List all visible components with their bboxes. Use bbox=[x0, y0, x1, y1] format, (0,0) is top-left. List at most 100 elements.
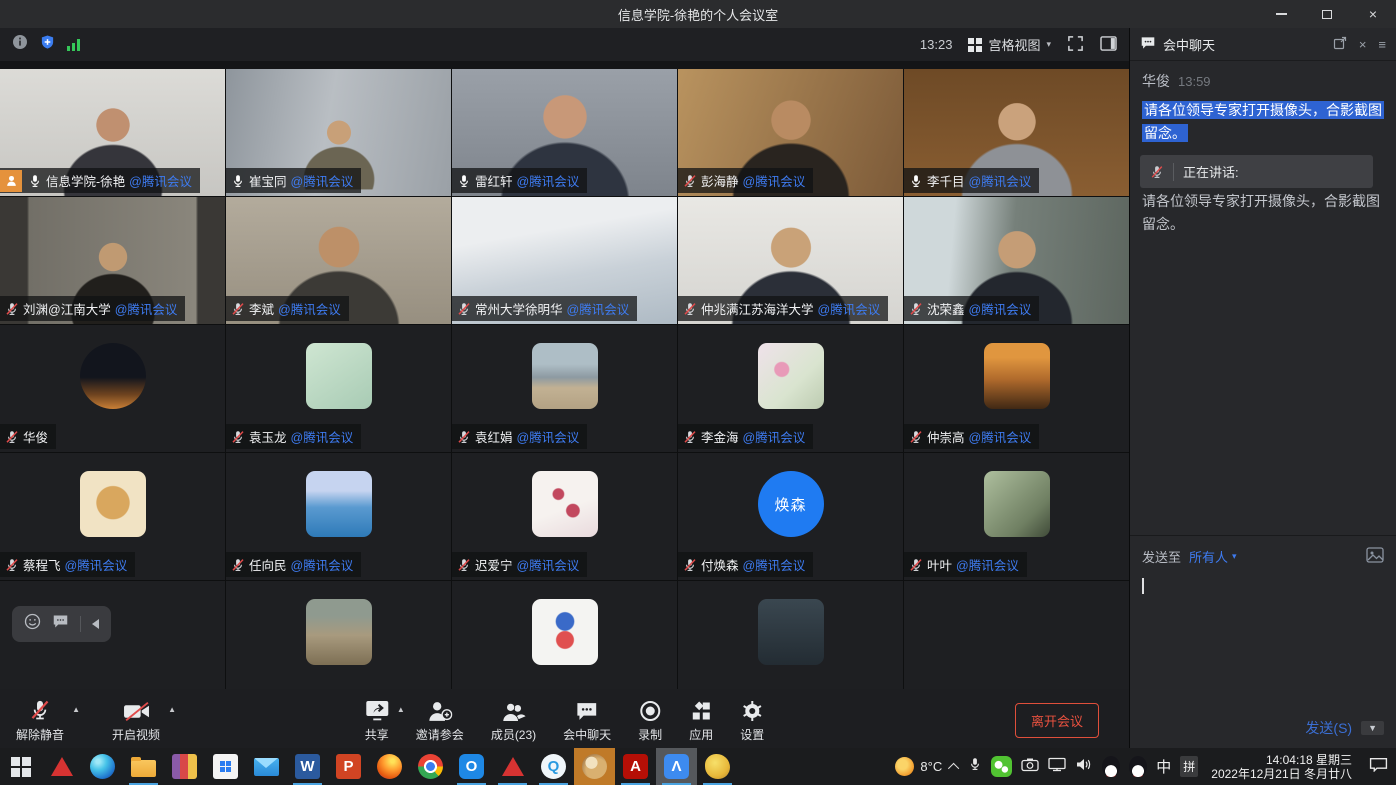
participant-tile[interactable] bbox=[678, 581, 903, 689]
participant-org-suffix: @腾讯会议 bbox=[115, 299, 178, 318]
leave-meeting-button[interactable]: 离开会议 bbox=[1015, 703, 1099, 738]
close-button[interactable]: × bbox=[1350, 0, 1396, 28]
clock-time: 14:04:18 星期三 bbox=[1266, 753, 1352, 767]
winrar[interactable] bbox=[164, 748, 205, 785]
participant-name: 叶叶 bbox=[927, 555, 952, 574]
video-options-arrow[interactable]: ▲ bbox=[168, 705, 176, 714]
qq-tray-icon[interactable] bbox=[1102, 756, 1120, 777]
participant-tile[interactable]: 李金海@腾讯会议 bbox=[678, 325, 903, 452]
share-options-arrow[interactable]: ▲ bbox=[397, 705, 405, 714]
participant-tile[interactable]: 华俊 bbox=[0, 325, 225, 452]
send-button[interactable]: 发送(S) bbox=[1305, 718, 1352, 738]
participant-tile[interactable]: 叶叶@腾讯会议 bbox=[904, 453, 1129, 580]
participant-tile[interactable]: 李千目@腾讯会议 bbox=[904, 69, 1129, 196]
qq-messenger[interactable]: Q bbox=[533, 748, 574, 785]
participant-tile[interactable]: 彭海静@腾讯会议 bbox=[678, 69, 903, 196]
participant-tile[interactable]: 仲兆满江苏海洋大学@腾讯会议 bbox=[678, 197, 903, 324]
start-video-button[interactable]: 开启视频 ▲ bbox=[112, 697, 160, 743]
participant-avatar bbox=[532, 471, 598, 537]
blue-o-app[interactable]: O bbox=[451, 748, 492, 785]
invite-button[interactable]: 邀请参会 bbox=[416, 697, 464, 743]
unmute-options-arrow[interactable]: ▲ bbox=[72, 705, 80, 714]
chat-button[interactable]: 会中聊天 bbox=[563, 697, 611, 743]
fullscreen-button[interactable] bbox=[1067, 35, 1084, 55]
participant-tile[interactable]: 李斌@腾讯会议 bbox=[226, 197, 451, 324]
share-screen-button[interactable]: 共享 ▲ bbox=[365, 697, 389, 743]
wechat-tray-icon[interactable] bbox=[991, 756, 1012, 777]
participant-tile[interactable]: 信息学院-徐艳@腾讯会议 bbox=[0, 69, 225, 196]
microphone-tray-icon[interactable] bbox=[968, 756, 982, 777]
edge-browser[interactable] bbox=[82, 748, 123, 785]
close-chat-icon[interactable]: × bbox=[1359, 37, 1367, 52]
participant-tile[interactable]: 蔡程飞@腾讯会议 bbox=[0, 453, 225, 580]
chrome-browser[interactable] bbox=[410, 748, 451, 785]
participant-tile[interactable]: 雷红轩@腾讯会议 bbox=[452, 69, 677, 196]
tencent-meeting-active[interactable] bbox=[574, 748, 615, 785]
participant-tile[interactable]: 迟爱宁@腾讯会议 bbox=[452, 453, 677, 580]
grid-view-button[interactable]: 宫格视图 ▾ bbox=[968, 35, 1051, 54]
meeting-topbar: 13:23 宫格视图 ▾ bbox=[0, 28, 1129, 61]
meeting-info-icon[interactable] bbox=[12, 34, 28, 55]
start-button[interactable] bbox=[0, 748, 41, 785]
image-viewer[interactable]: Λ bbox=[656, 748, 697, 785]
yellow-pet-app[interactable] bbox=[697, 748, 738, 785]
temperature: 8°C bbox=[920, 759, 942, 774]
send-options-button[interactable]: ▼ bbox=[1361, 721, 1384, 735]
volume-tray-icon[interactable] bbox=[1075, 757, 1093, 777]
minimize-button[interactable] bbox=[1258, 0, 1304, 28]
participant-tile[interactable] bbox=[452, 581, 677, 689]
weather-widget[interactable]: 8°C bbox=[895, 757, 942, 776]
apps-icon bbox=[690, 697, 712, 722]
apps-button[interactable]: 应用 bbox=[689, 697, 713, 743]
display-tray-icon[interactable] bbox=[1048, 757, 1066, 777]
powerpoint[interactable]: P bbox=[328, 748, 369, 785]
participant-tile[interactable]: 任向民@腾讯会议 bbox=[226, 453, 451, 580]
antivirus-app-2[interactable] bbox=[492, 748, 533, 785]
empty-tile[interactable] bbox=[904, 581, 1129, 689]
message-time: 13:59 bbox=[1178, 74, 1211, 89]
chrome-browser-icon bbox=[418, 754, 443, 779]
quick-chat-button[interactable] bbox=[52, 614, 69, 634]
word[interactable]: W bbox=[287, 748, 328, 785]
emoji-button[interactable] bbox=[24, 613, 41, 635]
participant-tile[interactable]: 仲崇高@腾讯会议 bbox=[904, 325, 1129, 452]
participant-tile[interactable]: 袁玉龙@腾讯会议 bbox=[226, 325, 451, 452]
members-button[interactable]: 成员(23) bbox=[491, 697, 536, 743]
participant-tile[interactable]: 焕森付焕森@腾讯会议 bbox=[678, 453, 903, 580]
message-input[interactable] bbox=[1142, 564, 1384, 708]
security-shield-icon[interactable] bbox=[40, 34, 55, 55]
record-button[interactable]: 录制 bbox=[638, 697, 662, 743]
avatar-text: 焕森 bbox=[774, 494, 806, 515]
antivirus-app[interactable] bbox=[41, 748, 82, 785]
message-plain: 请各位领导专家打开摄像头，合影截图留念。 bbox=[1142, 190, 1384, 236]
qq-tray-icon-2[interactable] bbox=[1129, 756, 1147, 777]
participant-tile[interactable]: 袁红娟@腾讯会议 bbox=[452, 325, 677, 452]
participant-tile[interactable]: 刘渊@江南大学@腾讯会议 bbox=[0, 197, 225, 324]
popout-chat-icon[interactable] bbox=[1333, 36, 1347, 53]
file-explorer[interactable] bbox=[123, 748, 164, 785]
settings-button[interactable]: 设置 bbox=[740, 697, 764, 743]
network-signal-icon[interactable] bbox=[67, 39, 80, 51]
participant-tile[interactable] bbox=[226, 581, 451, 689]
collapse-left-icon[interactable] bbox=[92, 619, 99, 629]
chat-menu-icon[interactable]: ≡ bbox=[1378, 37, 1386, 52]
members-label: 成员(23) bbox=[491, 726, 536, 743]
microsoft-store[interactable] bbox=[205, 748, 246, 785]
firefox-browser[interactable] bbox=[369, 748, 410, 785]
action-center-icon[interactable] bbox=[1369, 757, 1388, 777]
maximize-button[interactable] bbox=[1304, 0, 1350, 28]
ime-pinyin-badge[interactable]: 拼 bbox=[1180, 756, 1198, 777]
side-panel-toggle[interactable] bbox=[1100, 36, 1117, 54]
image-viewer-icon: Λ bbox=[664, 754, 689, 779]
unmute-button[interactable]: 解除静音 ▲ bbox=[16, 697, 64, 743]
tray-overflow-chevron-icon[interactable] bbox=[948, 762, 959, 773]
mail-app[interactable] bbox=[246, 748, 287, 785]
ime-language-indicator[interactable]: 中 bbox=[1156, 756, 1171, 777]
participant-tile[interactable]: 常州大学徐明华@腾讯会议 bbox=[452, 197, 677, 324]
taskbar-clock[interactable]: 14:04:18 星期三 2022年12月21日 冬月廿八 bbox=[1207, 753, 1356, 781]
acrobat-reader[interactable]: A bbox=[615, 748, 656, 785]
divider bbox=[80, 616, 81, 632]
camera-tray-icon[interactable] bbox=[1021, 757, 1039, 777]
participant-tile[interactable]: 沈荣鑫@腾讯会议 bbox=[904, 197, 1129, 324]
participant-tile[interactable]: 崔宝同@腾讯会议 bbox=[226, 69, 451, 196]
